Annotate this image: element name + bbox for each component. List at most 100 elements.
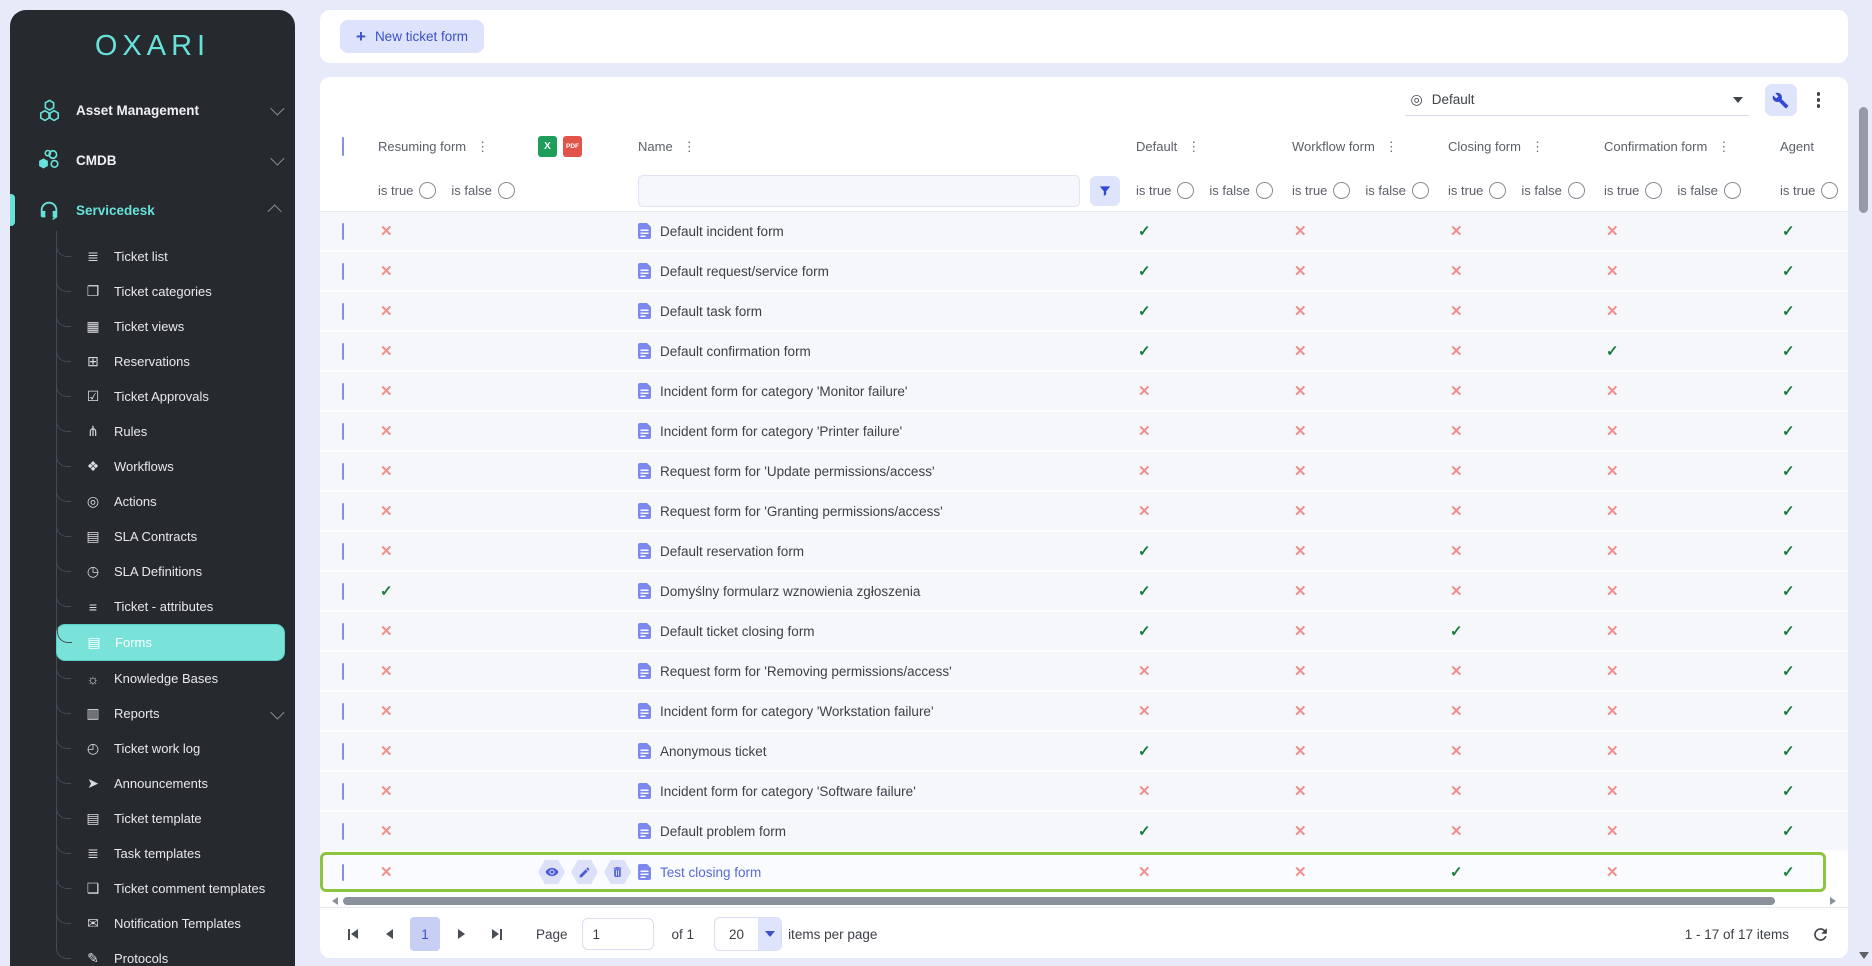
sidebar-item-task-templates[interactable]: ≣Task templates — [56, 836, 295, 871]
row-checkbox[interactable] — [342, 583, 344, 600]
name-filter-funnel-button[interactable] — [1090, 176, 1120, 206]
vertical-scrollbar[interactable] — [1857, 80, 1870, 966]
refresh-icon[interactable] — [1811, 925, 1830, 944]
previous-page-button[interactable] — [374, 918, 404, 950]
sidebar-item-sla-contracts[interactable]: ▤SLA Contracts — [56, 519, 295, 554]
page-size-select[interactable]: 20 — [714, 917, 782, 951]
sidebar-item-ticket-work-log[interactable]: ◴Ticket work log — [56, 731, 295, 766]
next-page-button[interactable] — [446, 918, 476, 950]
table-row[interactable]: ✕Incident form for category 'Software fa… — [320, 772, 1848, 812]
view-selector[interactable]: ◎ Default — [1405, 85, 1749, 116]
row-checkbox[interactable] — [342, 463, 344, 480]
page-1-button[interactable]: 1 — [410, 917, 440, 951]
new-ticket-form-button[interactable]: + New ticket form — [340, 20, 484, 53]
column-menu-icon[interactable]: ⋮ — [1385, 139, 1398, 155]
table-row[interactable]: ✕Default request/service form✓✕✕✕✓ — [320, 252, 1848, 292]
grid-settings-wrench-button[interactable] — [1765, 84, 1797, 116]
view-action-button[interactable] — [538, 859, 565, 885]
more-menu-button[interactable] — [1813, 88, 1825, 112]
table-row[interactable]: ✕Default incident form✓✕✕✕✓ — [320, 212, 1848, 252]
sidebar-item-actions[interactable]: ◎Actions — [56, 484, 295, 519]
sidebar-item-sla-definitions[interactable]: ◷SLA Definitions — [56, 554, 295, 589]
sidebar-item-reservations[interactable]: ⊞Reservations — [56, 344, 295, 379]
sidebar-item-ticket-template[interactable]: ▤Ticket template — [56, 801, 295, 836]
table-row[interactable]: ✕Incident form for category 'Monitor fai… — [320, 372, 1848, 412]
table-row[interactable]: ✓Domyślny formularz wznowienia zgłoszeni… — [320, 572, 1848, 612]
is-false-radio[interactable] — [498, 182, 515, 199]
row-checkbox[interactable] — [342, 503, 344, 520]
sidebar-item-protocols[interactable]: ✎Protocols — [56, 941, 295, 966]
is-true-radio[interactable] — [1489, 182, 1506, 199]
row-checkbox[interactable] — [342, 263, 344, 280]
sidebar-section-servicedesk[interactable]: Servicedesk — [10, 185, 295, 235]
sidebar-item-forms[interactable]: ▤Forms — [56, 624, 285, 661]
sidebar-section-cmdb[interactable]: CMDB — [10, 135, 295, 185]
table-row[interactable]: ✕Default task form✓✕✕✕✓ — [320, 292, 1848, 332]
vertical-scroll-thumb[interactable] — [1859, 107, 1868, 213]
row-checkbox[interactable] — [342, 383, 344, 400]
table-row[interactable]: ✕Anonymous ticket✓✕✕✕✓ — [320, 732, 1848, 772]
is-false-radio[interactable] — [1256, 182, 1273, 199]
sidebar-item-announcements[interactable]: ➤Announcements — [56, 766, 295, 801]
export-excel-icon[interactable]: X — [538, 136, 557, 157]
row-checkbox[interactable] — [342, 543, 344, 560]
edit-action-button[interactable] — [571, 859, 598, 885]
row-checkbox[interactable] — [342, 663, 344, 680]
table-row[interactable]: ✕Incident form for category 'Printer fai… — [320, 412, 1848, 452]
row-checkbox[interactable] — [342, 423, 344, 440]
row-checkbox[interactable] — [342, 343, 344, 360]
is-false-radio[interactable] — [1568, 182, 1585, 199]
is-true-radio[interactable] — [1177, 182, 1194, 199]
page-number-input[interactable] — [582, 918, 654, 950]
table-row[interactable]: ✕Default reservation form✓✕✕✕✓ — [320, 532, 1848, 572]
row-checkbox[interactable] — [342, 623, 344, 640]
horizontal-scrollbar[interactable] — [332, 896, 1836, 905]
sidebar-item-workflows[interactable]: ❖Workflows — [56, 449, 295, 484]
sidebar-item-reports[interactable]: ▥Reports — [56, 696, 295, 731]
row-checkbox[interactable] — [342, 864, 344, 881]
table-row[interactable]: ✕Incident form for category 'Workstation… — [320, 692, 1848, 732]
row-checkbox[interactable] — [342, 783, 344, 800]
last-page-button[interactable] — [482, 918, 512, 950]
is-true-radio[interactable] — [1645, 182, 1662, 199]
sidebar-item-ticket-comment-templates[interactable]: ❑Ticket comment templates — [56, 871, 295, 906]
is-false-radio[interactable] — [1724, 182, 1741, 199]
scroll-left-arrow-icon[interactable] — [332, 897, 338, 905]
table-row[interactable]: ✕Request form for 'Update permissions/ac… — [320, 452, 1848, 492]
scroll-right-arrow-icon[interactable] — [1830, 897, 1836, 905]
export-pdf-icon[interactable]: PDF — [563, 136, 582, 157]
table-row[interactable]: ✕Default confirmation form✓✕✕✓✓ — [320, 332, 1848, 372]
row-checkbox[interactable] — [342, 303, 344, 320]
is-true-radio[interactable] — [419, 182, 436, 199]
first-page-button[interactable] — [338, 918, 368, 950]
sidebar-item-notification-templates[interactable]: ✉Notification Templates — [56, 906, 295, 941]
is-false-radio[interactable] — [1412, 182, 1429, 199]
row-checkbox[interactable] — [342, 823, 344, 840]
row-checkbox[interactable] — [342, 703, 344, 720]
is-true-radio[interactable] — [1821, 182, 1838, 199]
column-menu-icon[interactable]: ⋮ — [1717, 139, 1730, 155]
select-all-checkbox[interactable] — [342, 137, 344, 156]
column-menu-icon[interactable]: ⋮ — [683, 139, 696, 155]
table-row[interactable]: ✕Request form for 'Removing permissions/… — [320, 652, 1848, 692]
row-checkbox[interactable] — [342, 223, 344, 240]
table-row[interactable]: ✕Test closing form✕✕✓✕✓ — [320, 852, 1826, 892]
is-true-radio[interactable] — [1333, 182, 1350, 199]
sidebar-item-knowledge-bases[interactable]: ☼Knowledge Bases — [56, 661, 295, 696]
column-menu-icon[interactable]: ⋮ — [1531, 139, 1544, 155]
sidebar-item-ticket-categories[interactable]: ❐Ticket categories — [56, 274, 295, 309]
sidebar-item-ticket-views[interactable]: ▦Ticket views — [56, 309, 295, 344]
horizontal-scroll-thumb[interactable] — [343, 897, 1775, 905]
column-menu-icon[interactable]: ⋮ — [1187, 139, 1200, 155]
column-menu-icon[interactable]: ⋮ — [476, 139, 489, 155]
delete-action-button[interactable] — [604, 859, 631, 885]
row-checkbox[interactable] — [342, 743, 344, 760]
sidebar-item-ticket-attributes[interactable]: ≡Ticket - attributes — [56, 589, 295, 624]
table-row[interactable]: ✕Default problem form✓✕✕✕✓ — [320, 812, 1848, 852]
table-row[interactable]: ✕Default ticket closing form✓✕✓✕✓ — [320, 612, 1848, 652]
sidebar-item-ticket-approvals[interactable]: ☑Ticket Approvals — [56, 379, 295, 414]
sidebar-item-rules[interactable]: ⋔Rules — [56, 414, 295, 449]
table-row[interactable]: ✕Request form for 'Granting permissions/… — [320, 492, 1848, 532]
sidebar-section-asset-management[interactable]: Asset Management — [10, 85, 295, 135]
name-filter-input[interactable] — [638, 175, 1080, 207]
